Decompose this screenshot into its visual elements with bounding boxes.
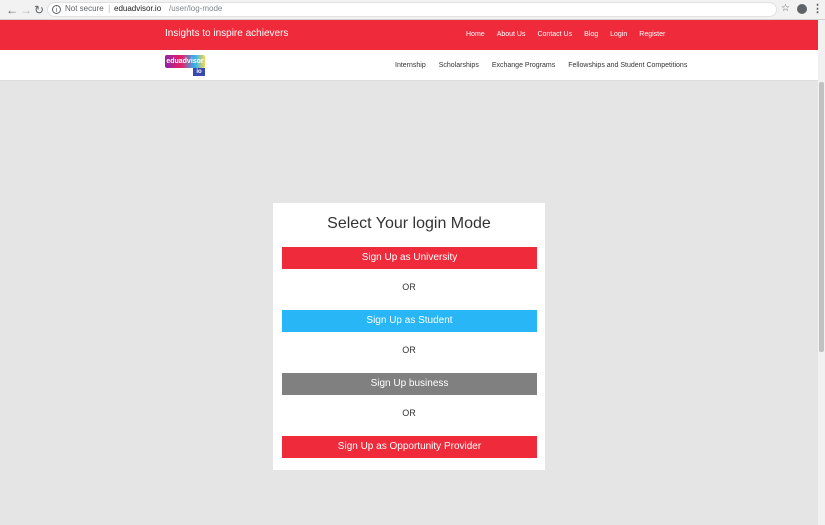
browser-toolbar: ← → ↻ i Not secure | eduadvisor.io /user… [0,0,825,20]
site-logo[interactable]: eduadvisor io [165,55,205,76]
top-nav-contact-us[interactable]: Contact Us [537,31,572,38]
nav-fellowships[interactable]: Fellowships and Student Competitions [568,62,687,69]
main-navbar: eduadvisor io Internship Scholarships Ex… [0,50,818,81]
url-path: /user/log-mode [169,4,223,13]
nav-exchange-programs[interactable]: Exchange Programs [492,62,555,69]
top-nav-register[interactable]: Register [639,31,665,38]
logo-suffix: io [193,68,205,76]
tagline: Insights to inspire achievers [165,28,289,39]
or-separator: OR [402,345,416,355]
main-nav: Internship Scholarships Exchange Program… [395,62,700,69]
login-mode-card: Select Your login Mode Sign Up as Univer… [273,203,545,470]
reload-icon[interactable]: ↻ [34,2,44,18]
page-title: Select Your login Mode [327,215,491,232]
nav-scholarships[interactable]: Scholarships [439,62,479,69]
menu-dots-icon[interactable]: ⋮ [812,2,823,15]
security-label: Not secure [65,4,104,13]
profile-icon[interactable] [797,4,807,14]
page-scrollbar[interactable] [818,20,825,525]
top-nav-home[interactable]: Home [466,31,485,38]
star-icon[interactable]: ☆ [781,3,790,14]
or-separator: OR [402,282,416,292]
nav-internship[interactable]: Internship [395,62,426,69]
top-nav-login[interactable]: Login [610,31,627,38]
top-nav-about-us[interactable]: About Us [497,31,526,38]
signup-opportunity-provider-button[interactable]: Sign Up as Opportunity Provider [282,436,537,458]
arrow-left-icon[interactable]: ← [6,2,18,18]
arrow-right-icon[interactable]: → [20,2,32,18]
top-bar: Insights to inspire achievers Home About… [0,20,818,50]
info-icon[interactable]: i [52,5,61,14]
url-domain: eduadvisor.io [114,4,162,13]
top-nav: Home About Us Contact Us Blog Login Regi… [466,31,677,38]
top-nav-blog[interactable]: Blog [584,31,598,38]
scrollbar-thumb[interactable] [819,82,824,352]
signup-student-button[interactable]: Sign Up as Student [282,310,537,332]
signup-university-button[interactable]: Sign Up as University [282,247,537,269]
address-bar[interactable]: i Not secure | eduadvisor.io /user/log-m… [47,2,777,17]
signup-business-button[interactable]: Sign Up business [282,373,537,395]
or-separator: OR [402,408,416,418]
url-separator: | [108,3,111,13]
logo-wordmark: eduadvisor [165,55,205,68]
